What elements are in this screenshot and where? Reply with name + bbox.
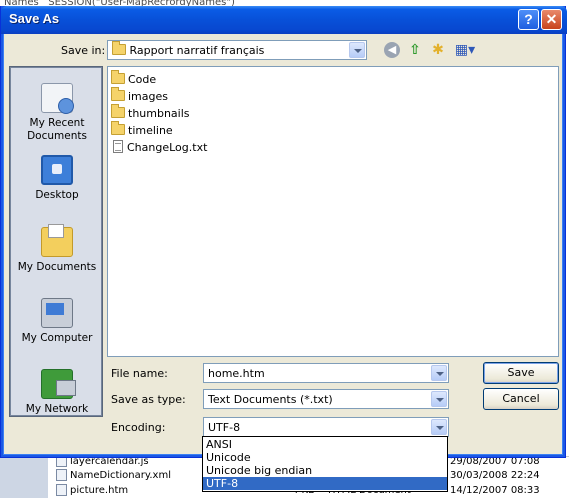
place-my-network[interactable]: My Network: [10, 369, 104, 416]
background-row-date: 30/03/2008 22:24: [450, 470, 540, 481]
file-name: images: [128, 90, 168, 103]
dialog-title: Save As: [9, 11, 60, 26]
list-item[interactable]: ChangeLog.txt: [111, 140, 207, 156]
file-name: Code: [128, 73, 157, 86]
file-name: timeline: [128, 124, 173, 137]
list-item[interactable]: timeline: [111, 121, 173, 139]
xml-file-icon: [56, 469, 67, 481]
place-label: My Network: [25, 403, 89, 415]
html-file-icon: [56, 484, 67, 496]
folder-icon: [111, 70, 125, 84]
encoding-value: UTF-8: [208, 421, 241, 434]
encoding-option-unicode[interactable]: Unicode: [203, 451, 447, 464]
file-name-label: File name:: [111, 367, 168, 380]
list-item[interactable]: images: [111, 87, 168, 105]
file-name: thumbnails: [128, 107, 190, 120]
folder-icon: [112, 41, 126, 55]
save-as-type-label: Save as type:: [111, 393, 186, 406]
background-row-name: picture.htm: [70, 485, 129, 496]
file-name: ChangeLog.txt: [127, 141, 208, 154]
background-row-name: NameDictionary.xml: [70, 470, 171, 481]
encoding-option-ansi[interactable]: ANSI: [203, 438, 447, 451]
help-button[interactable]: ?: [518, 9, 539, 30]
chevron-down-icon[interactable]: [431, 391, 447, 407]
recent-documents-icon: [41, 83, 74, 114]
chevron-down-icon[interactable]: [431, 365, 447, 381]
encoding-option-utf-8[interactable]: UTF-8: [203, 477, 447, 490]
views-menu-icon[interactable]: ▦▾: [453, 42, 477, 58]
encoding-dropdown[interactable]: UTF-8: [203, 417, 449, 437]
place-my-documents[interactable]: My Documents: [10, 224, 104, 274]
folder-icon: [111, 121, 125, 135]
folder-icon: [111, 104, 125, 118]
desktop-icon: [41, 155, 73, 185]
places-bar: My Recent Documents Desktop My Documents…: [9, 66, 103, 417]
save-button[interactable]: Save: [483, 362, 559, 384]
up-one-level-icon[interactable]: ⇧: [406, 42, 424, 58]
save-as-type-value: Text Documents (*.txt): [208, 393, 333, 406]
place-my-recent-documents[interactable]: My Recent Documents: [10, 83, 104, 143]
my-documents-icon: [41, 224, 73, 257]
text-file-icon: [113, 140, 123, 153]
place-my-computer[interactable]: My Computer: [10, 298, 104, 345]
list-item[interactable]: Code: [111, 70, 157, 88]
place-desktop[interactable]: Desktop: [10, 155, 104, 202]
list-item[interactable]: thumbnails: [111, 104, 190, 122]
place-label: My Recent Documents: [27, 117, 87, 142]
file-list[interactable]: Code images thumbnails timeline ChangeLo…: [107, 66, 559, 357]
back-icon[interactable]: ◀: [384, 42, 400, 58]
place-label: My Documents: [17, 261, 97, 273]
my-computer-icon: [41, 298, 73, 328]
my-network-icon: [41, 369, 76, 399]
new-folder-icon[interactable]: ✱: [429, 42, 447, 58]
background-row-date: 14/12/2007 08:33: [450, 485, 540, 496]
place-label: My Computer: [21, 332, 93, 344]
cancel-button[interactable]: Cancel: [483, 388, 559, 410]
background-sidebar: [0, 457, 48, 498]
title-bar[interactable]: Save As ? ✕: [1, 6, 567, 34]
save-as-type-dropdown[interactable]: Text Documents (*.txt): [203, 389, 449, 409]
chevron-down-icon[interactable]: [349, 42, 365, 58]
file-name-value: home.htm: [208, 367, 265, 380]
encoding-options-list[interactable]: ANSI Unicode Unicode big endian UTF-8: [202, 436, 448, 492]
save-in-dropdown[interactable]: Rapport narratif français: [107, 40, 367, 60]
folder-icon: [111, 87, 125, 101]
save-as-dialog: Save As ? ✕ Save in: Rapport narratif fr…: [0, 6, 567, 458]
encoding-option-unicode-big-endian[interactable]: Unicode big endian: [203, 464, 447, 477]
chevron-down-icon[interactable]: [431, 419, 447, 435]
place-label: Desktop: [35, 189, 79, 201]
file-name-field[interactable]: home.htm: [203, 363, 449, 383]
close-button[interactable]: ✕: [541, 9, 562, 30]
encoding-label: Encoding:: [111, 421, 166, 434]
save-in-label: Save in:: [61, 44, 106, 57]
save-in-value: Rapport narratif français: [129, 44, 265, 57]
